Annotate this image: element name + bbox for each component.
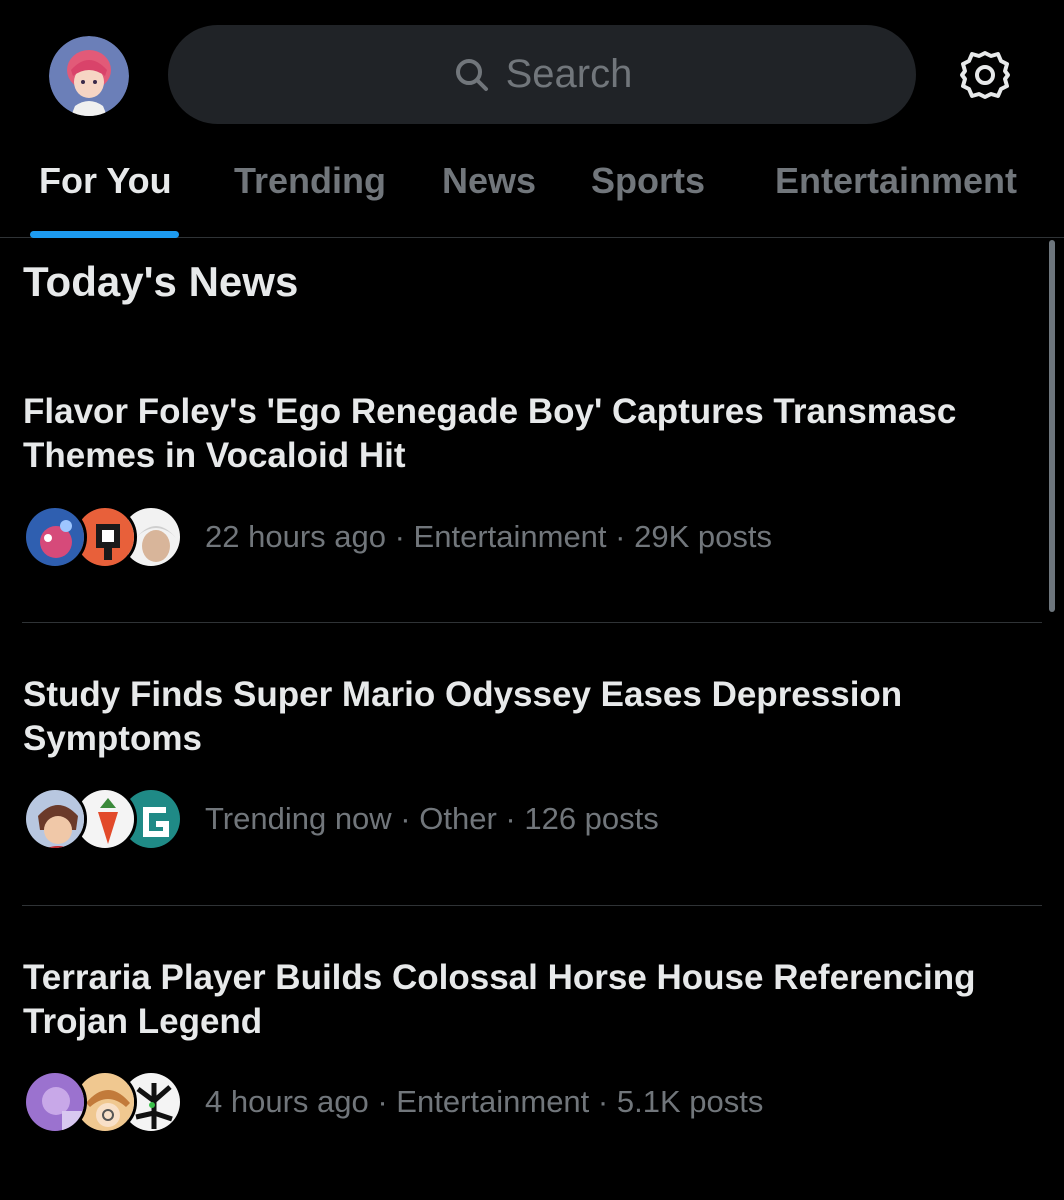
header: Search bbox=[0, 0, 1064, 140]
news-headline[interactable]: Study Finds Super Mario Odyssey Eases De… bbox=[23, 673, 1023, 761]
search-bar[interactable]: Search bbox=[168, 25, 916, 124]
news-meta-text: 4 hours ago · Entertainment · 5.1K posts bbox=[205, 1084, 764, 1119]
news-headline[interactable]: Terraria Player Builds Colossal Horse Ho… bbox=[23, 956, 1023, 1044]
news-headline[interactable]: Flavor Foley's 'Ego Renegade Boy' Captur… bbox=[23, 390, 1023, 478]
search-icon bbox=[455, 58, 488, 91]
news-item[interactable]: Terraria Player Builds Colossal Horse Ho… bbox=[0, 956, 1042, 1176]
section-title: Today's News bbox=[23, 258, 299, 305]
tab-sports[interactable]: Sports bbox=[591, 160, 705, 202]
news-meta-text: Trending now · Other · 126 posts bbox=[205, 801, 659, 836]
tab-bar: For You Trending News Sports Entertainme… bbox=[0, 140, 1064, 238]
tab-entertainment[interactable]: Entertainment bbox=[775, 160, 1017, 202]
news-meta: Trending now · Other · 126 posts bbox=[23, 785, 659, 853]
news-item[interactable]: Study Finds Super Mario Odyssey Eases De… bbox=[0, 673, 1042, 905]
profile-avatar[interactable] bbox=[49, 36, 129, 116]
search-placeholder: Search bbox=[505, 52, 633, 96]
scrollbar[interactable] bbox=[1049, 240, 1055, 612]
avatar-group bbox=[23, 503, 183, 571]
news-meta-text: 22 hours ago · Entertainment · 29K posts bbox=[205, 519, 772, 554]
avatar bbox=[23, 787, 87, 851]
gear-icon bbox=[960, 51, 1010, 99]
avatar bbox=[23, 1070, 87, 1134]
avatar-group bbox=[23, 1068, 183, 1136]
tab-trending[interactable]: Trending bbox=[234, 160, 386, 202]
avatar bbox=[23, 505, 87, 569]
divider bbox=[22, 622, 1042, 623]
explore-screen: Search For You Trending News Sports Ente… bbox=[0, 0, 1064, 1200]
news-meta: 4 hours ago · Entertainment · 5.1K posts bbox=[23, 1068, 763, 1136]
avatar-group bbox=[23, 785, 183, 853]
news-item[interactable]: Flavor Foley's 'Ego Renegade Boy' Captur… bbox=[0, 390, 1042, 622]
divider bbox=[22, 905, 1042, 906]
tab-for-you[interactable]: For You bbox=[39, 160, 172, 202]
active-tab-indicator bbox=[30, 231, 179, 238]
settings-button[interactable] bbox=[955, 45, 1015, 105]
news-meta: 22 hours ago · Entertainment · 29K posts bbox=[23, 503, 772, 571]
tab-news[interactable]: News bbox=[442, 160, 536, 202]
